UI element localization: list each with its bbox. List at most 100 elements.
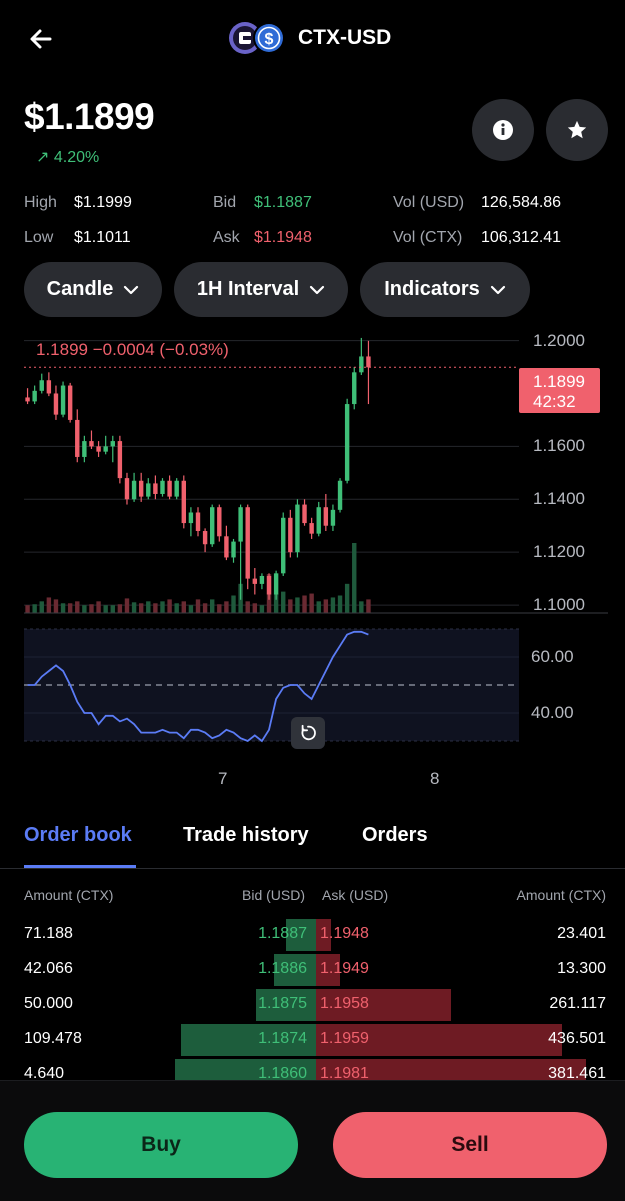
ob-amount-right[interactable]: 436.501 (548, 1030, 606, 1048)
volume-bar (138, 603, 144, 613)
volume-bar (153, 603, 158, 613)
volume-bar (89, 604, 94, 613)
sell-button[interactable]: Sell (333, 1112, 607, 1178)
x-tick-7: 7 (218, 769, 228, 788)
ob-bid-price[interactable]: 1.1875 (258, 995, 307, 1013)
volume-bar (174, 603, 179, 613)
svg-text:$: $ (265, 31, 274, 48)
candle-body (252, 578, 258, 584)
volume-bar (302, 595, 307, 613)
indicators-label: Indicators (384, 278, 480, 300)
ob-amount-right[interactable]: 23.401 (557, 925, 606, 943)
interval-dropdown[interactable]: 1H Interval (174, 262, 348, 317)
ob-amount-right[interactable]: 13.300 (557, 960, 606, 978)
volume-bar (96, 601, 101, 613)
volume-bar (67, 603, 73, 613)
high-value: $1.1999 (74, 194, 132, 211)
vol-usd-value: 126,584.86 (481, 194, 562, 211)
price-y-tick: 1.1200 (533, 542, 585, 562)
candle-body (60, 385, 66, 415)
info-button[interactable] (472, 99, 534, 161)
price-change: ↗ 4.20% (36, 147, 99, 167)
vol-usd-label: Vol (USD) (393, 194, 465, 211)
volume-bar (181, 601, 186, 613)
volume-bar (330, 597, 336, 613)
ob-amount-right[interactable]: 261.117 (549, 995, 606, 1013)
reset-zoom-icon (301, 724, 316, 741)
arrow-left-icon (30, 29, 52, 49)
candle-body (75, 419, 80, 457)
bid-value: $1.1887 (254, 194, 312, 211)
tab-order-book[interactable]: Order book (24, 824, 132, 847)
volume-bar (252, 603, 258, 613)
ask-value: $1.1948 (254, 229, 312, 246)
ob-ask-price[interactable]: 1.1948 (320, 925, 369, 943)
ob-header-ask: Ask (USD) (322, 887, 389, 903)
chevron-down-icon (310, 285, 325, 294)
tab-trade-history[interactable]: Trade history (183, 824, 309, 847)
volume-bar (359, 601, 364, 613)
pair-logo: $ (228, 20, 290, 56)
ob-amount-left[interactable]: 50.000 (24, 995, 73, 1013)
candle-body (181, 480, 186, 524)
candle-body (302, 504, 307, 524)
candle-body (39, 380, 44, 391)
volume-bar (160, 601, 165, 613)
volume-bar (124, 598, 130, 613)
candle-body (117, 441, 123, 479)
candle-body (25, 397, 30, 402)
ask-label: Ask (213, 229, 240, 246)
chart-type-dropdown[interactable]: Candle (24, 262, 162, 317)
candle-body (231, 541, 236, 558)
tabs-divider (0, 868, 625, 869)
reset-zoom-button[interactable] (291, 717, 325, 749)
volume-bar (117, 604, 123, 613)
low-value: $1.1011 (74, 229, 131, 246)
indicators-dropdown[interactable]: Indicators (360, 262, 530, 317)
pair-title: CTX-USD (298, 26, 392, 49)
ob-header-amount-right: Amount (CTX) (516, 887, 606, 903)
ob-bid-price[interactable]: 1.1874 (258, 1030, 307, 1048)
vol-ctx-label: Vol (CTX) (393, 229, 463, 246)
candle-body (67, 385, 73, 420)
volume-bar (309, 593, 314, 613)
buy-button[interactable]: Buy (24, 1112, 298, 1178)
candle-body (32, 390, 37, 402)
volume-bar (39, 601, 44, 613)
candle-body (160, 480, 165, 494)
ob-amount-left[interactable]: 42.066 (24, 960, 73, 978)
volume-bar (217, 604, 222, 613)
ob-header-bid: Bid (USD) (242, 887, 306, 903)
candle-body (202, 531, 208, 545)
ob-ask-price[interactable]: 1.1949 (320, 960, 369, 978)
candle-body (330, 509, 336, 526)
arrow-up-right-icon: ↗ (36, 149, 50, 166)
volume-bar (75, 601, 80, 613)
volume-bar (259, 605, 265, 613)
volume-bar (167, 599, 172, 613)
price-change-value: 4.20% (53, 149, 100, 166)
ob-bid-price[interactable]: 1.1886 (258, 960, 307, 978)
candle-body (103, 446, 108, 452)
ob-amount-left[interactable]: 109.478 (24, 1030, 82, 1048)
back-button[interactable] (26, 24, 56, 54)
chevron-down-icon (490, 285, 505, 294)
volume-bar (25, 605, 30, 613)
rsi-y-tick: 40.00 (531, 703, 574, 722)
ob-amount-left[interactable]: 71.188 (24, 925, 73, 943)
volume-bar (224, 601, 229, 613)
candle-body (46, 380, 52, 394)
candle-body (316, 507, 321, 534)
candle-body (195, 512, 201, 532)
ob-ask-price[interactable]: 1.1958 (320, 995, 369, 1013)
candle-body (138, 480, 144, 497)
volume-bar (337, 595, 343, 613)
ob-ask-price[interactable]: 1.1959 (320, 1030, 369, 1048)
ob-bid-price[interactable]: 1.1887 (258, 925, 307, 943)
candle-body (337, 480, 343, 510)
volume-bar (281, 591, 286, 613)
candle-body (224, 536, 229, 558)
tab-orders[interactable]: Orders (362, 824, 428, 847)
vol-ctx-value: 106,312.41 (481, 229, 562, 246)
favorite-button[interactable] (546, 99, 608, 161)
